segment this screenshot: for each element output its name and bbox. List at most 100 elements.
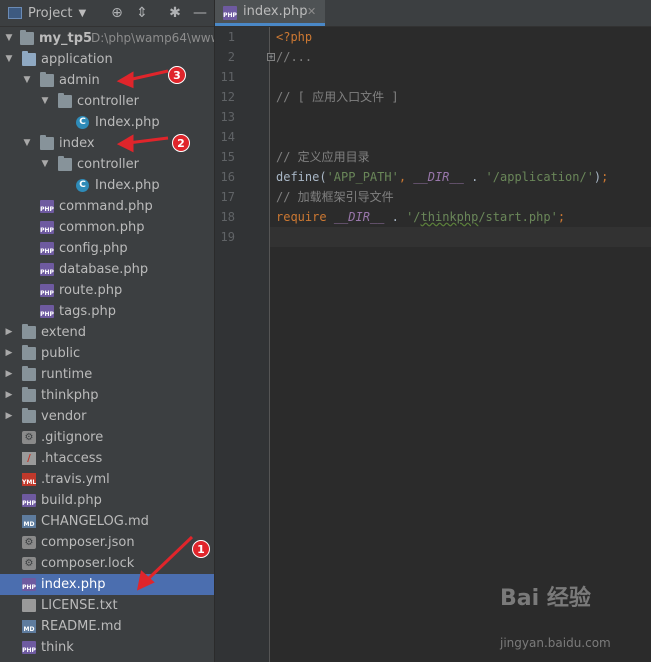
badge-3: 3 <box>168 66 186 84</box>
tree-item[interactable]: ▼ controller <box>0 91 214 112</box>
tree-item[interactable]: PHP command.php <box>0 196 214 217</box>
tree-item[interactable]: PHP common.php <box>0 217 214 238</box>
expand-arrow-icon[interactable]: ▼ <box>22 133 32 154</box>
line-number: 14 <box>220 130 235 144</box>
expand-arrow-icon[interactable]: ▼ <box>40 91 50 112</box>
expand-arrow-icon[interactable]: ▼ <box>22 70 32 91</box>
project-window-icon <box>8 7 22 19</box>
tree-item-label: CHANGELOG.md <box>41 514 149 529</box>
tree-item[interactable]: PHP tags.php <box>0 301 214 322</box>
line-number: 15 <box>220 150 235 164</box>
tree-item[interactable]: PHP database.php <box>0 259 214 280</box>
tab-index-php[interactable]: PHP index.php ✕ <box>215 0 325 26</box>
project-title[interactable]: Project <box>28 6 72 21</box>
line-number: 19 <box>220 230 235 244</box>
tree-item-label: .htaccess <box>41 451 103 466</box>
close-icon[interactable]: ✕ <box>307 0 316 24</box>
code-line[interactable]: <?php <box>276 27 312 47</box>
watermark-logo: Bai 经验 <box>500 586 591 611</box>
tree-item-label: controller <box>77 157 140 172</box>
tree-item-label: route.php <box>59 283 123 298</box>
tree-item-label: admin <box>59 73 100 88</box>
tree-item-label: thinkphp <box>41 388 99 403</box>
tree-item[interactable]: PHP think <box>0 637 214 658</box>
tree-item-label: think <box>41 640 74 655</box>
php-file-icon: PHP <box>40 221 54 234</box>
tree-item[interactable]: ⚙ composer.lock <box>0 553 214 574</box>
crosshair-icon[interactable]: ⊕ <box>108 4 126 22</box>
tree-item[interactable]: ▶ extend <box>0 322 214 343</box>
gear-icon[interactable]: ✱ <box>166 4 184 22</box>
php-class-icon: C <box>76 116 89 129</box>
code-line[interactable]: //... <box>276 47 312 67</box>
tree-item[interactable]: ▶ public <box>0 343 214 364</box>
folder-icon <box>20 30 34 45</box>
tree-item[interactable]: MD CHANGELOG.md <box>0 511 214 532</box>
tree-item-label: composer.lock <box>41 556 135 571</box>
tree-item-label: .gitignore <box>41 430 104 445</box>
minimize-icon[interactable]: — <box>191 4 209 22</box>
tree-item[interactable]: ▶ thinkphp <box>0 385 214 406</box>
tree-root[interactable]: ▼ my_tp5 D:\php\wamp64\www <box>0 28 214 49</box>
tree-item[interactable]: PHP config.php <box>0 238 214 259</box>
collapse-arrow-icon[interactable]: ▶ <box>4 322 14 343</box>
expand-arrow-icon[interactable]: ▼ <box>40 154 50 175</box>
tree-item[interactable]: YML .travis.yml <box>0 469 214 490</box>
collapse-arrow-icon[interactable]: ▶ <box>4 364 14 385</box>
tree-item-label: build.php <box>41 493 102 508</box>
code-area[interactable]: <?php//... // [ 应用入口文件 ] // 定义应用目录 define('… <box>270 27 651 662</box>
badge-1: 1 <box>192 540 210 558</box>
tree-item[interactable]: PHP index.php <box>0 574 214 595</box>
root-path: D:\php\wamp64\www <box>91 31 214 45</box>
tree-item-label: Index.php <box>95 115 160 130</box>
php-file-icon: PHP <box>40 263 54 276</box>
collapse-all-icon[interactable]: ⇕ <box>133 4 151 22</box>
tree-item-label: .travis.yml <box>41 472 110 487</box>
tree-item[interactable]: C Index.php <box>0 175 214 196</box>
tree-item[interactable]: ⚙ .gitignore <box>0 427 214 448</box>
collapse-arrow-icon[interactable]: ▶ <box>4 406 14 427</box>
tree-item-label: vendor <box>41 409 87 424</box>
code-line[interactable]: // [ 应用入口文件 ] <box>276 87 399 107</box>
tree-item-label: index <box>59 136 95 151</box>
tree-item[interactable]: PHP build.php <box>0 490 214 511</box>
tree-item[interactable]: ▶ runtime <box>0 364 214 385</box>
line-number: 11 <box>220 70 235 84</box>
tree-item-label: tags.php <box>59 304 116 319</box>
config-file-icon: ⚙ <box>22 431 36 444</box>
tree-item[interactable]: C Index.php <box>0 112 214 133</box>
yaml-file-icon: YML <box>22 473 36 486</box>
code-line[interactable]: require __DIR__ . '/thinkphp/start.php'; <box>276 207 565 227</box>
root-name: my_tp5 <box>39 31 93 46</box>
tree-item-label: common.php <box>59 220 145 235</box>
tree-item[interactable]: MD README.md <box>0 616 214 637</box>
tree-item[interactable]: ▶ vendor <box>0 406 214 427</box>
code-line[interactable]: define('APP_PATH', __DIR__ . '/applicati… <box>276 167 608 187</box>
code-line[interactable]: // 定义应用目录 <box>276 147 370 167</box>
line-number: 13 <box>220 110 235 124</box>
editor-tabbar: PHP index.php ✕ <box>215 0 651 27</box>
chevron-down-icon[interactable]: ▼ <box>78 8 86 19</box>
tree-item[interactable]: / .htaccess <box>0 448 214 469</box>
line-number: 17 <box>220 190 235 204</box>
line-gutter: 1 2 11 12 13 14 15 16 17 18 19 + <box>215 27 275 662</box>
tree-item[interactable]: ⚙ composer.json <box>0 532 214 553</box>
code-line[interactable]: // 加载框架引导文件 <box>276 187 394 207</box>
collapse-arrow-icon[interactable]: ▶ <box>4 385 14 406</box>
tree-item-label: database.php <box>59 262 149 277</box>
php-file-icon: PHP <box>223 6 237 20</box>
tab-label: index.php <box>243 4 308 19</box>
folder-icon <box>58 156 72 171</box>
tree-item-label: runtime <box>41 367 93 382</box>
expand-arrow-icon[interactable]: ▼ <box>4 49 14 70</box>
tree-item-label: index.php <box>41 577 106 592</box>
collapse-arrow-icon[interactable]: ▶ <box>4 343 14 364</box>
php-file-icon: PHP <box>22 578 36 591</box>
text-file-icon <box>22 599 36 612</box>
tree-item-label: application <box>41 52 113 67</box>
tree-item[interactable]: ▼ controller <box>0 154 214 175</box>
tree-item-label: LICENSE.txt <box>41 598 118 613</box>
expand-arrow-icon[interactable]: ▼ <box>4 28 14 49</box>
tree-item[interactable]: LICENSE.txt <box>0 595 214 616</box>
tree-item[interactable]: PHP route.php <box>0 280 214 301</box>
